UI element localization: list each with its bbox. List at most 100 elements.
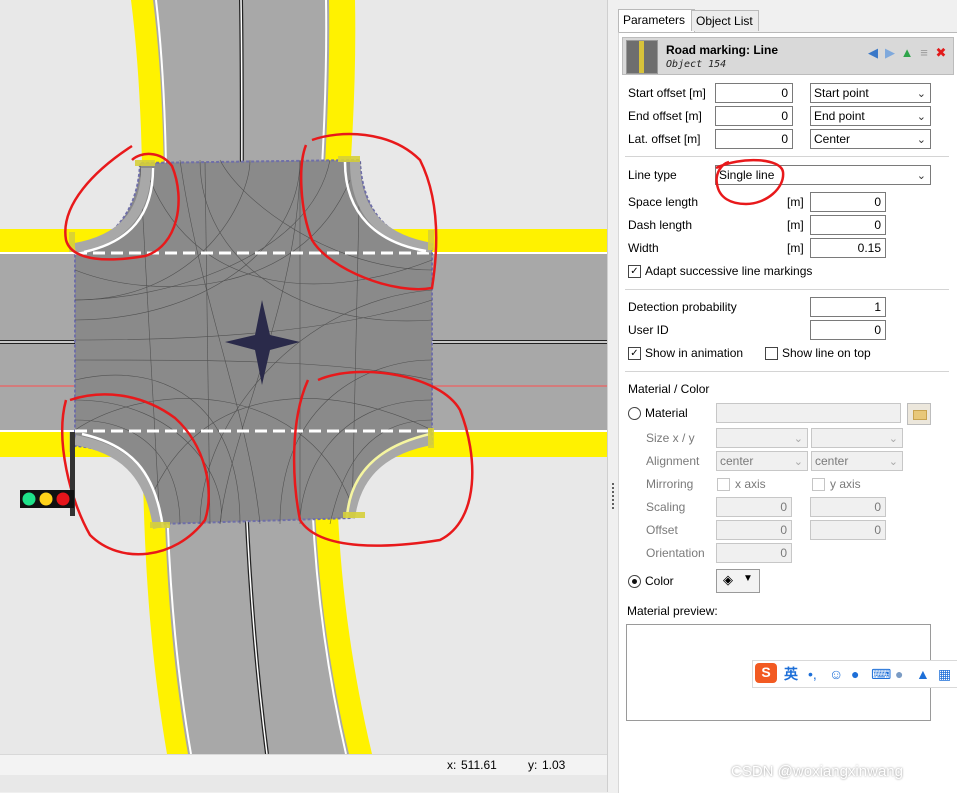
offset-label: Offset [646, 523, 678, 537]
end-offset-input[interactable]: 0 [715, 106, 793, 126]
arrow-up-icon[interactable]: ▲ [899, 45, 915, 61]
dash-length-input[interactable]: 0 [810, 215, 886, 235]
width-input[interactable]: 0.15 [810, 238, 886, 258]
ime-lang-toggle[interactable]: 英 [784, 665, 798, 683]
tab-parameters[interactable]: Parameters [618, 9, 695, 32]
splitter-grip-icon[interactable] [611, 482, 615, 510]
chevron-down-icon: ⌄ [916, 134, 926, 146]
size-y-select[interactable]: ⌄ [811, 428, 903, 448]
orientation-input[interactable]: 0 [716, 543, 792, 563]
arrow-left-icon[interactable]: ◀ [865, 45, 881, 61]
traffic-light-yellow-icon [39, 492, 53, 506]
show-in-animation-checkbox[interactable]: ✓ [628, 347, 641, 360]
chevron-down-icon: ⌄ [916, 111, 926, 123]
object-header: Road marking: Line Object 154 ◀ ▶ ▲ ≡ ✖ [622, 37, 954, 75]
keyboard-icon[interactable]: ⌨ [871, 665, 891, 683]
start-offset-input[interactable]: 0 [715, 83, 793, 103]
tab-object-list[interactable]: Object List [691, 10, 759, 31]
object-subtitle: Object 154 [666, 59, 727, 70]
mirroring-label: Mirroring [646, 477, 694, 491]
alignment-x-value: center [720, 454, 754, 468]
paint-bucket-icon: ◈ [723, 572, 733, 587]
user-id-input[interactable]: 0 [810, 320, 886, 340]
show-line-on-top-checkbox[interactable] [765, 347, 778, 360]
mirror-x-label: x axis [735, 477, 766, 491]
offset-y-input[interactable]: 0 [810, 520, 886, 540]
material-radio-label: Material [645, 406, 688, 420]
end-offset-label: End offset [m] [628, 109, 702, 123]
emoji-icon[interactable]: ☺ [829, 665, 843, 683]
status-x-label: x: [447, 758, 457, 772]
width-unit: [m] [787, 241, 804, 255]
divider [625, 371, 949, 372]
start-point-select[interactable]: Start point ⌄ [810, 83, 931, 103]
detection-probability-label: Detection probability [628, 300, 737, 314]
road-network-viewport[interactable]: x: 511.61 y: 1.03 [0, 0, 607, 792]
mic-icon[interactable]: ● [851, 665, 859, 683]
user-icon[interactable]: ● [895, 665, 903, 683]
scaling-x-input[interactable]: 0 [716, 497, 792, 517]
chevron-down-icon: ⌄ [888, 456, 898, 468]
start-offset-label: Start offset [m] [628, 86, 706, 100]
material-color-heading: Material / Color [628, 382, 710, 396]
show-line-on-top-label: Show line on top [782, 346, 871, 360]
lat-offset-select-value: Center [814, 132, 851, 146]
space-length-input[interactable]: 0 [810, 192, 886, 212]
space-length-unit: [m] [787, 195, 804, 209]
lat-offset-label: Lat. offset [m] [628, 132, 701, 146]
list-icon[interactable]: ≡ [916, 45, 932, 61]
road-canvas[interactable] [0, 0, 607, 754]
ime-toolbar: S 英 •, ☺ ● ⌨ ● ▲ ▦ [752, 660, 957, 688]
shirt-icon[interactable]: ▲ [916, 665, 930, 683]
size-x-select[interactable]: ⌄ [716, 428, 808, 448]
traffic-light-red-icon [56, 492, 70, 506]
detection-probability-input[interactable]: 1 [810, 297, 886, 317]
color-picker-button[interactable]: ◈ ▼ [716, 569, 760, 593]
mirror-y-label: y axis [830, 477, 861, 491]
chevron-down-icon: ⌄ [793, 456, 803, 468]
scaling-label: Scaling [646, 500, 686, 514]
object-title: Road marking: Line [666, 43, 779, 57]
divider [625, 289, 949, 290]
lat-offset-input[interactable]: 0 [715, 129, 793, 149]
punctuation-icon[interactable]: •, [808, 665, 817, 683]
scaling-y-input[interactable]: 0 [810, 497, 886, 517]
chevron-down-icon: ⌄ [916, 170, 926, 182]
alignment-label: Alignment [646, 454, 700, 468]
alignment-y-value: center [815, 454, 849, 468]
chevron-down-icon: ⌄ [888, 433, 898, 445]
color-radio[interactable] [628, 575, 641, 588]
close-icon[interactable]: ✖ [933, 45, 949, 61]
adapt-checkbox[interactable]: ✓ [628, 265, 641, 278]
traffic-light-green-icon [22, 492, 36, 506]
offset-x-input[interactable]: 0 [716, 520, 792, 540]
alignment-x-select[interactable]: center ⌄ [716, 451, 808, 471]
chevron-down-icon: ⌄ [916, 88, 926, 100]
adapt-label: Adapt successive line markings [645, 264, 813, 278]
alignment-y-select[interactable]: center ⌄ [811, 451, 903, 471]
end-point-select-value: End point [814, 109, 865, 123]
start-point-select-value: Start point [814, 86, 869, 100]
lat-offset-select[interactable]: Center ⌄ [810, 129, 931, 149]
header-toolbar: ◀ ▶ ▲ ≡ ✖ [865, 45, 950, 63]
end-point-select[interactable]: End point ⌄ [810, 106, 931, 126]
color-radio-label: Color [645, 574, 674, 588]
arrow-right-icon[interactable]: ▶ [882, 45, 898, 61]
material-path-input[interactable] [716, 403, 901, 423]
folder-icon[interactable] [907, 403, 931, 425]
mirror-y-checkbox[interactable] [812, 478, 825, 491]
status-bar: x: 511.61 y: 1.03 [0, 754, 607, 775]
ime-logo[interactable]: S [755, 663, 777, 683]
annotation-circle-line-type [715, 158, 785, 206]
chevron-down-icon: ⌄ [793, 433, 803, 445]
grid-icon[interactable]: ▦ [938, 665, 951, 683]
size-label: Size x / y [646, 431, 695, 445]
mirror-x-checkbox[interactable] [717, 478, 730, 491]
space-length-label: Space length [628, 195, 699, 209]
user-id-label: User ID [628, 323, 669, 337]
watermark: CSDN @woxiangxinwang [731, 763, 903, 780]
material-radio[interactable] [628, 407, 641, 420]
width-label: Width [628, 241, 659, 255]
orientation-label: Orientation [646, 546, 705, 560]
material-preview-label: Material preview: [627, 604, 718, 618]
